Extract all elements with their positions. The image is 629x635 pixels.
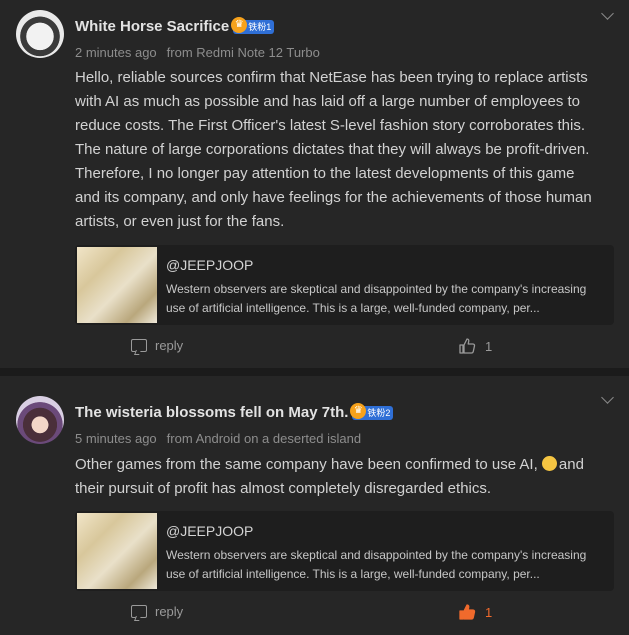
like-count: 1 — [485, 604, 493, 620]
avatar[interactable] — [16, 396, 64, 444]
author-name[interactable]: White Horse Sacrifice — [75, 18, 229, 35]
thumbs-up-icon — [459, 338, 476, 354]
post-time: 2 minutes ago — [75, 45, 157, 60]
quoted-post-card[interactable]: @JEEPJOOP Western observers are skeptica… — [75, 245, 614, 325]
fan-badge: ♛ 铁粉2 — [350, 402, 394, 420]
comment-text: Hello, reliable sources confirm that Net… — [75, 69, 592, 230]
fan-badge-label: 铁粉2 — [367, 408, 391, 418]
quoted-post-user: @JEEPJOOP — [166, 523, 254, 539]
reply-button[interactable]: reply — [131, 604, 183, 619]
like-count: 1 — [485, 338, 493, 354]
post-meta: 5 minutes ago from Android on a deserted … — [75, 431, 361, 446]
quoted-post-text: Western observers are skeptical and disa… — [166, 282, 587, 315]
chevron-down-icon[interactable] — [601, 7, 614, 20]
author-row: The wisteria blossoms fell on May 7th. ♛… — [75, 402, 394, 421]
quoted-post-card[interactable]: @JEEPJOOP Western observers are skeptica… — [75, 511, 614, 591]
post-divider — [0, 368, 629, 376]
comment-text: Other games from the same company have b… — [75, 453, 595, 501]
comment-post: The wisteria blossoms fell on May 7th. ♛… — [0, 376, 629, 635]
comment-text-part: Other games from the same company have b… — [75, 456, 542, 473]
quoted-post-text: Western observers are skeptical and disa… — [166, 548, 587, 581]
comment-post: White Horse Sacrifice ♛ 铁粉1 2 minutes ag… — [0, 0, 629, 368]
reply-label: reply — [155, 604, 184, 619]
fan-badge: ♛ 铁粉1 — [231, 16, 275, 34]
post-time: 5 minutes ago — [75, 431, 157, 446]
comment-icon — [131, 339, 147, 352]
fan-badge-label: 铁粉1 — [248, 22, 272, 32]
post-meta: 2 minutes ago from Redmi Note 12 Turbo — [75, 45, 320, 60]
like-button[interactable]: 1 — [459, 338, 492, 354]
post-actions: reply 1 — [0, 604, 629, 624]
emoji-icon — [541, 456, 557, 471]
post-source: from Redmi Note 12 Turbo — [166, 45, 320, 60]
crown-icon: ♛ — [231, 16, 248, 33]
quoted-post-thumbnail — [77, 513, 157, 589]
quoted-post-thumbnail — [77, 247, 157, 323]
thumbs-up-filled-icon — [459, 604, 476, 620]
quoted-post-user: @JEEPJOOP — [166, 257, 254, 273]
like-button[interactable]: 1 — [459, 604, 492, 620]
comment-icon — [131, 605, 147, 618]
crown-icon: ♛ — [350, 402, 367, 419]
avatar[interactable] — [16, 10, 64, 58]
reply-label: reply — [155, 338, 184, 353]
post-actions: reply 1 — [0, 338, 629, 358]
reply-button[interactable]: reply — [131, 338, 183, 353]
author-row: White Horse Sacrifice ♛ 铁粉1 — [75, 16, 275, 35]
chevron-down-icon[interactable] — [601, 391, 614, 404]
author-name[interactable]: The wisteria blossoms fell on May 7th. — [75, 404, 348, 421]
post-source: from Android on a deserted island — [166, 431, 362, 446]
